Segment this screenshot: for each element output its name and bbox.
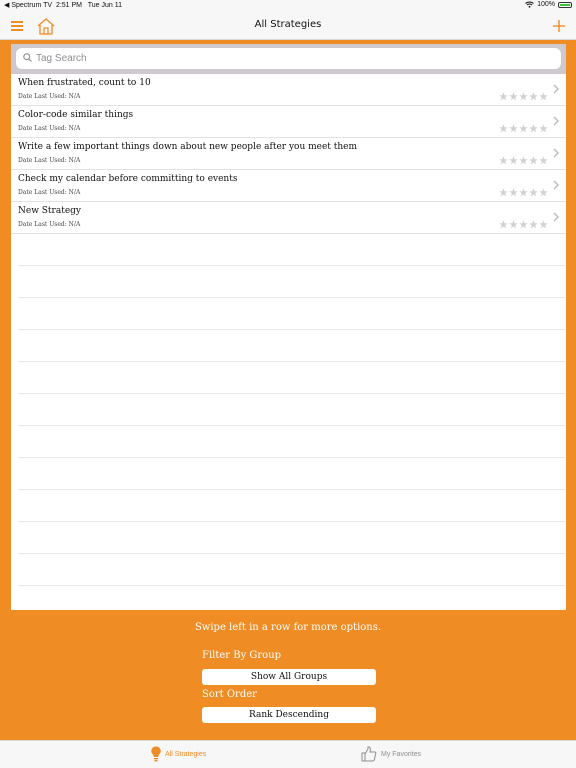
star-icon [499, 188, 508, 197]
chevron-right-icon [553, 212, 559, 222]
star-rating[interactable] [499, 124, 548, 133]
empty-row [19, 490, 566, 522]
strategy-row[interactable]: Write a few important things down about … [11, 138, 566, 170]
sort-order-label: Sort Order [202, 689, 257, 700]
star-icon [529, 220, 538, 229]
tab-my-favorites[interactable]: My Favorites [361, 746, 421, 762]
star-icon [499, 220, 508, 229]
back-to-app-link[interactable]: ◀ Spectrum TV [4, 2, 52, 9]
date-last-used: Date Last Used: N/A [18, 221, 81, 228]
date-last-used: Date Last Used: N/A [18, 189, 81, 196]
strategy-list-panel: When frustrated, count to 10 Date Last Us… [11, 44, 566, 610]
filter-by-group-label: Filter By Group [202, 650, 282, 661]
empty-row [19, 522, 566, 554]
star-icon [539, 156, 548, 165]
empty-row [19, 362, 566, 394]
empty-row [19, 298, 566, 330]
star-icon [539, 220, 548, 229]
battery-icon [558, 1, 572, 8]
chevron-right-icon [553, 148, 559, 158]
star-icon [529, 92, 538, 101]
star-rating[interactable] [499, 92, 548, 101]
star-icon [519, 220, 528, 229]
nav-bar: All Strategies [0, 12, 576, 40]
empty-row [19, 426, 566, 458]
swipe-hint: Swipe left in a row for more options. [194, 622, 382, 633]
star-icon [499, 92, 508, 101]
star-icon [499, 156, 508, 165]
search-field[interactable] [16, 48, 561, 69]
star-icon [509, 220, 518, 229]
strategy-title: Write a few important things down about … [18, 142, 358, 152]
star-icon [509, 124, 518, 133]
strategy-title: When frustrated, count to 10 [18, 78, 151, 88]
sort-order-button[interactable]: Rank Descending [202, 707, 376, 723]
date-last-used: Date Last Used: N/A [18, 93, 81, 100]
star-icon [539, 92, 548, 101]
wifi-icon [525, 1, 534, 8]
strategy-title: New Strategy [18, 206, 82, 216]
battery-percent: 100% [537, 1, 555, 8]
status-left: ◀ Spectrum TV 2:51 PM Tue Jun 11 [4, 1, 122, 9]
chevron-right-icon [553, 84, 559, 94]
strategy-row[interactable]: When frustrated, count to 10 Date Last Us… [11, 74, 566, 106]
tab-label: All Strategies [165, 750, 207, 758]
strategy-title: Color-code similar things [18, 110, 134, 120]
tag-search-input[interactable] [36, 48, 551, 69]
status-bar: ◀ Spectrum TV 2:51 PM Tue Jun 11 100% [0, 0, 576, 12]
status-date: Tue Jun 11 [87, 2, 122, 9]
empty-row [19, 394, 566, 426]
star-icon [529, 124, 538, 133]
strategy-row[interactable]: Check my calendar before committing to e… [11, 170, 566, 202]
add-strategy-button[interactable] [549, 16, 569, 36]
chevron-right-icon [553, 180, 559, 190]
empty-row [19, 458, 566, 490]
filter-group-button[interactable]: Show All Groups [202, 669, 376, 685]
empty-row [19, 266, 566, 298]
star-icon [529, 156, 538, 165]
empty-row [19, 330, 566, 362]
star-icon [499, 124, 508, 133]
status-time: 2:51 PM [55, 2, 83, 9]
date-last-used: Date Last Used: N/A [18, 125, 81, 132]
search-bar [11, 44, 566, 74]
thumbs-up-icon [361, 746, 377, 762]
battery-fill [560, 3, 570, 6]
star-icon [509, 188, 518, 197]
strategy-row[interactable]: Color-code similar things Date Last Used:… [11, 106, 566, 138]
star-rating[interactable] [499, 156, 548, 165]
status-right: 100% [525, 1, 572, 8]
page-title: All Strategies [254, 19, 322, 30]
strategy-list: When frustrated, count to 10 Date Last Us… [11, 74, 566, 586]
tab-bar: All Strategies My Favorites [0, 740, 576, 768]
star-icon [539, 124, 548, 133]
star-icon [509, 156, 518, 165]
tab-label: My Favorites [381, 750, 422, 758]
date-last-used: Date Last Used: N/A [18, 157, 81, 164]
chevron-right-icon [553, 116, 559, 126]
star-icon [529, 188, 538, 197]
star-icon [519, 124, 528, 133]
plus-icon [553, 20, 565, 32]
search-icon [23, 53, 32, 62]
strategy-title: Check my calendar before committing to e… [18, 174, 238, 184]
tab-all-strategies[interactable]: All Strategies [151, 746, 206, 762]
star-icon [519, 92, 528, 101]
star-icon [509, 92, 518, 101]
strategy-row[interactable]: New Strategy Date Last Used: N/A [11, 202, 566, 234]
star-icon [539, 188, 548, 197]
empty-row [19, 554, 566, 586]
star-rating[interactable] [499, 188, 548, 197]
lightbulb-icon [151, 746, 161, 762]
star-rating[interactable] [499, 220, 548, 229]
star-icon [519, 188, 528, 197]
empty-row [19, 234, 566, 266]
star-icon [519, 156, 528, 165]
